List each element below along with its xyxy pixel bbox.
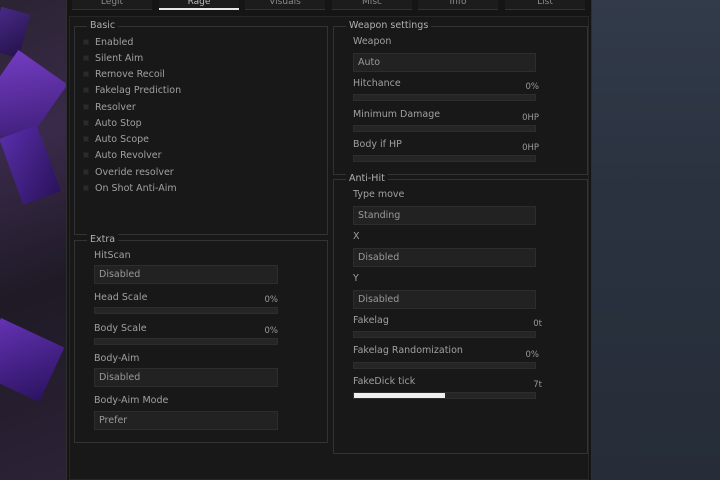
head-scale-label: Head Scale bbox=[94, 292, 148, 303]
checkbox-label: Fakelag Prediction bbox=[95, 84, 182, 96]
extra-title: Extra bbox=[87, 234, 119, 245]
body-if-hp-value: 0HP bbox=[522, 143, 539, 153]
fakedick-tick-value: 7t bbox=[533, 380, 542, 390]
crystal-decoration bbox=[0, 6, 31, 59]
checkbox-silent-aim[interactable]: Silent Aim bbox=[83, 51, 143, 65]
fakedick-tick-slider[interactable] bbox=[353, 392, 536, 399]
tab-rage[interactable]: Rage bbox=[159, 0, 239, 10]
checkbox-fakelag-prediction[interactable]: Fakelag Prediction bbox=[83, 83, 181, 97]
slider-fill bbox=[354, 393, 445, 398]
checkbox-label: Overide resolver bbox=[95, 166, 174, 178]
x-label: X bbox=[353, 231, 360, 242]
body-if-hp-slider[interactable] bbox=[353, 155, 536, 162]
hitchance-value: 0% bbox=[525, 82, 540, 92]
hitscan-dropdown[interactable]: Disabled bbox=[94, 265, 278, 284]
rage-tab-content: Basic Enabled Silent Aim Remove Recoil F… bbox=[69, 16, 589, 480]
fakelag-rand-label: Fakelag Randomization bbox=[353, 345, 463, 356]
tab-info[interactable]: Info bbox=[418, 0, 498, 10]
body-aim-label: Body-Aim bbox=[94, 353, 140, 364]
weapon-dropdown[interactable]: Auto bbox=[353, 53, 536, 72]
background-right bbox=[590, 0, 720, 480]
body-scale-label: Body Scale bbox=[94, 323, 147, 334]
fakelag-rand-slider[interactable] bbox=[353, 362, 536, 369]
checkbox-box[interactable] bbox=[83, 39, 89, 45]
basic-title: Basic bbox=[87, 20, 119, 31]
checkbox-box[interactable] bbox=[83, 55, 89, 61]
checkbox-label: Auto Revolver bbox=[95, 149, 162, 161]
checkbox-box[interactable] bbox=[83, 120, 89, 126]
min-damage-slider[interactable] bbox=[353, 125, 536, 132]
tab-list[interactable]: List bbox=[505, 0, 585, 10]
tab-legit[interactable]: Legit bbox=[72, 0, 152, 10]
tab-visuals[interactable]: Visuals bbox=[245, 0, 325, 10]
checkbox-label: On Shot Anti-Aim bbox=[95, 182, 177, 194]
checkbox-box[interactable] bbox=[83, 169, 89, 175]
checkbox-box[interactable] bbox=[83, 136, 89, 142]
tab-misc[interactable]: Misc bbox=[332, 0, 412, 10]
body-aim-dropdown[interactable]: Disabled bbox=[94, 368, 278, 387]
checkbox-box[interactable] bbox=[83, 104, 89, 110]
anti-hit-groupbox: Anti-Hit Type move Standing X Disabled Y… bbox=[333, 173, 588, 454]
weapon-label: Weapon bbox=[353, 36, 392, 47]
weapon-settings-groupbox: Weapon settings Weapon Auto Hitchance 0%… bbox=[333, 20, 588, 175]
checkbox-remove-recoil[interactable]: Remove Recoil bbox=[83, 67, 165, 81]
checkbox-label: Remove Recoil bbox=[95, 68, 165, 80]
checkbox-overide-resolver[interactable]: Overide resolver bbox=[83, 165, 174, 179]
body-scale-slider[interactable] bbox=[94, 338, 278, 345]
y-label: Y bbox=[353, 273, 359, 284]
fakelag-label: Fakelag bbox=[353, 315, 389, 326]
checkbox-box[interactable] bbox=[83, 87, 89, 93]
checkbox-box[interactable] bbox=[83, 152, 89, 158]
cheat-menu-window: Legit Rage Visuals Misc Info List Basic … bbox=[66, 0, 592, 480]
checkbox-label: Resolver bbox=[95, 101, 136, 113]
hitchance-slider[interactable] bbox=[353, 94, 536, 101]
type-move-dropdown[interactable]: Standing bbox=[353, 206, 536, 225]
checkbox-auto-scope[interactable]: Auto Scope bbox=[83, 132, 149, 146]
body-scale-value: 0% bbox=[264, 326, 279, 336]
body-aim-mode-dropdown[interactable]: Prefer bbox=[94, 411, 278, 430]
head-scale-value: 0% bbox=[264, 295, 279, 305]
hitchance-label: Hitchance bbox=[353, 78, 401, 89]
min-damage-value: 0HP bbox=[522, 113, 539, 123]
checkbox-label: Auto Scope bbox=[95, 133, 150, 145]
body-aim-mode-label: Body-Aim Mode bbox=[94, 395, 169, 406]
basic-groupbox: Basic Enabled Silent Aim Remove Recoil F… bbox=[74, 20, 328, 235]
crystal-decoration bbox=[0, 318, 65, 402]
fakedick-tick-label: FakeDick tick bbox=[353, 376, 416, 387]
type-move-label: Type move bbox=[353, 189, 405, 200]
checkbox-auto-stop[interactable]: Auto Stop bbox=[83, 116, 142, 130]
checkbox-label: Enabled bbox=[95, 36, 134, 48]
checkbox-resolver[interactable]: Resolver bbox=[83, 100, 136, 114]
body-if-hp-label: Body if HP bbox=[353, 139, 402, 150]
hitscan-label: HitScan bbox=[94, 250, 131, 261]
tab-bar: Legit Rage Visuals Misc Info List bbox=[67, 0, 591, 14]
checkbox-auto-revolver[interactable]: Auto Revolver bbox=[83, 148, 162, 162]
checkbox-label: Auto Stop bbox=[95, 117, 142, 129]
checkbox-on-shot-anti-aim[interactable]: On Shot Anti-Aim bbox=[83, 181, 177, 195]
weapon-settings-title: Weapon settings bbox=[346, 20, 432, 31]
extra-groupbox: Extra HitScan Disabled Head Scale 0% Bod… bbox=[74, 234, 328, 443]
fakelag-value: 0t bbox=[533, 319, 542, 329]
min-damage-label: Minimum Damage bbox=[353, 109, 441, 120]
head-scale-slider[interactable] bbox=[94, 307, 278, 314]
crystal-decoration bbox=[0, 125, 61, 205]
fakelag-slider[interactable] bbox=[353, 331, 536, 338]
y-dropdown[interactable]: Disabled bbox=[353, 290, 536, 309]
checkbox-box[interactable] bbox=[83, 71, 89, 77]
x-dropdown[interactable]: Disabled bbox=[353, 248, 536, 267]
anti-hit-title: Anti-Hit bbox=[346, 173, 388, 184]
checkbox-label: Silent Aim bbox=[95, 52, 144, 64]
fakelag-rand-value: 0% bbox=[525, 350, 540, 360]
checkbox-enabled[interactable]: Enabled bbox=[83, 35, 133, 49]
checkbox-box[interactable] bbox=[83, 185, 89, 191]
background-left bbox=[0, 0, 70, 480]
